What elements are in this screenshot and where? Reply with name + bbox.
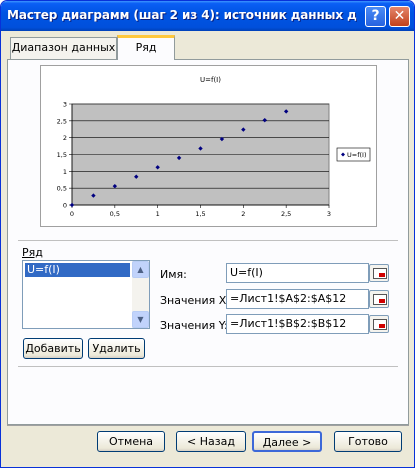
series-list-item[interactable]: U=f(I) (25, 263, 130, 277)
separator (18, 240, 398, 241)
title-bar[interactable]: Мастер диаграмм (шаг 2 из 4): источник д… (1, 1, 414, 31)
chart-title: U=f(I) (200, 76, 221, 84)
y-tick-label: 1,5 (57, 151, 67, 159)
x-tick-label: 2,5 (281, 210, 291, 218)
listbox-scrollbar[interactable]: ▲ ▼ (132, 261, 149, 328)
y-tick-label: 1 (63, 168, 67, 176)
chart-wizard-dialog: Мастер диаграмм (шаг 2 из 4): источник д… (0, 0, 415, 468)
tab-series[interactable]: Ряд (117, 35, 175, 60)
x-tick-label: 1,5 (195, 210, 205, 218)
separator (7, 425, 409, 426)
y-tick-label: 0,5 (57, 185, 67, 193)
y-values-label: Значения Y: (160, 319, 228, 332)
x-values-field[interactable]: =Лист1!$A$2:$A$12 (226, 289, 369, 309)
x-values-label: Значения X: (160, 294, 230, 307)
series-group-label: Ряд (22, 246, 43, 259)
collapse-dialog-icon[interactable] (369, 290, 389, 308)
separator (18, 366, 398, 367)
chart-svg: U=f(I) 0 0,5 1 1,5 2 2,5 3 0 0,5 1 1,5 2 2,5 3 U=f(I) (57, 76, 371, 218)
scroll-down-icon[interactable]: ▼ (132, 311, 149, 328)
y-values-field[interactable]: =Лист1!$B$2:$B$12 (226, 314, 369, 334)
x-tick-label: 0 (70, 210, 74, 218)
collapse-dialog-icon[interactable] (369, 315, 389, 333)
chart-preview: U=f(I) 0 0,5 1 1,5 2 2,5 3 0 0,5 1 1,5 2 2,5 3 U=f(I) (40, 65, 377, 227)
series-listbox[interactable]: U=f(I) ▲ ▼ (22, 260, 150, 329)
add-series-button[interactable]: Добавить (23, 338, 83, 359)
collapse-dialog-icon[interactable] (369, 264, 389, 282)
cancel-button[interactable]: Отмена (97, 431, 165, 452)
y-tick-label: 3 (63, 101, 67, 109)
y-tick-label: 0 (63, 202, 67, 210)
finish-button[interactable]: Готово (334, 431, 402, 452)
x-tick-label: 0,5 (110, 210, 120, 218)
x-tick-label: 3 (327, 210, 331, 218)
name-label: Имя: (160, 268, 187, 281)
tab-data-range[interactable]: Диапазон данных (10, 37, 117, 59)
help-button[interactable]: ? (365, 6, 386, 27)
next-button[interactable]: Далее > (252, 431, 322, 452)
y-tick-label: 2 (63, 134, 67, 142)
close-button[interactable]: ✕ (389, 6, 410, 27)
x-tick-label: 2 (241, 210, 245, 218)
y-tick-label: 2,5 (57, 117, 67, 125)
legend-label: U=f(I) (347, 151, 366, 159)
back-button[interactable]: < Назад (176, 431, 246, 452)
remove-series-button[interactable]: Удалить (88, 338, 145, 359)
scroll-up-icon[interactable]: ▲ (132, 261, 149, 278)
name-field[interactable]: U=f(I) (226, 263, 369, 283)
tab-panel: U=f(I) 0 0,5 1 1,5 2 2,5 3 0 0,5 1 1,5 2 2,5 3 U=f(I) Р… (7, 59, 409, 425)
tab-strip: Диапазон данных Ряд (1, 35, 414, 60)
window-title: Мастер диаграмм (шаг 2 из 4): источник д… (7, 8, 357, 22)
x-tick-label: 1 (156, 210, 160, 218)
